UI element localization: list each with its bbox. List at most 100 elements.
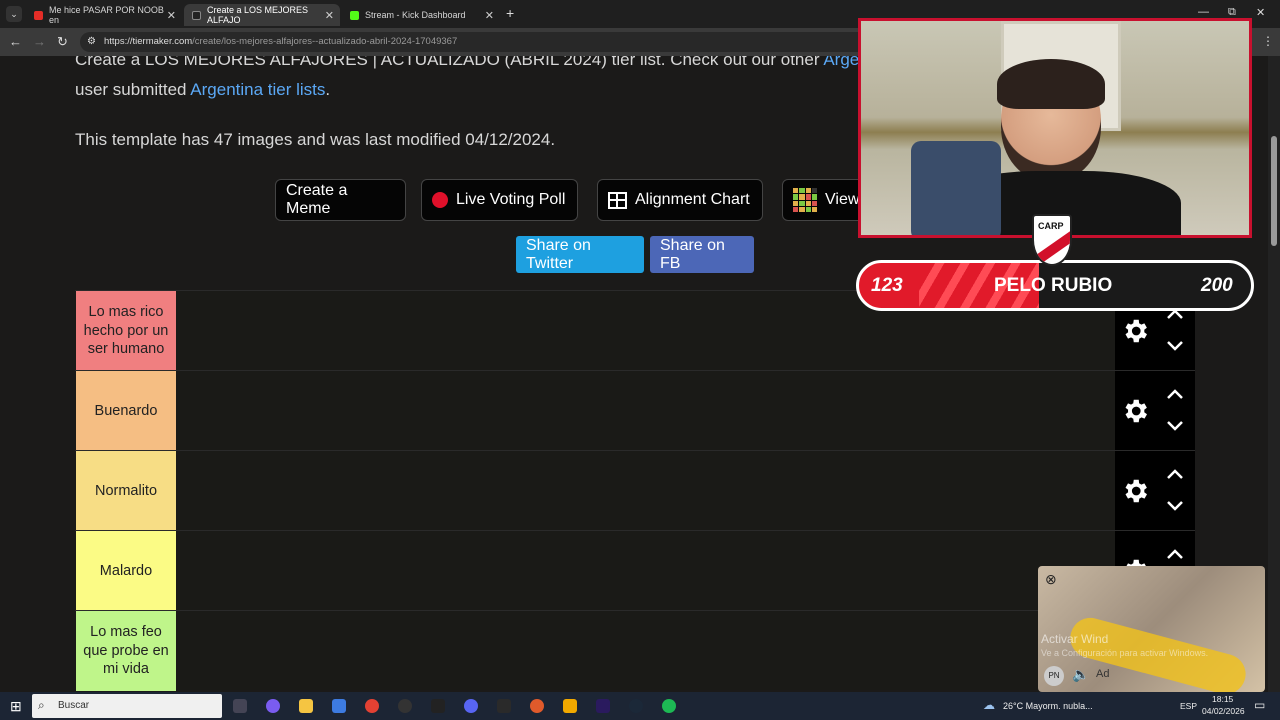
live-voting-poll-button[interactable]: Live Voting Poll bbox=[421, 179, 578, 221]
ad-badge: PN bbox=[1044, 666, 1064, 686]
record-dot-icon bbox=[432, 192, 448, 208]
tab-kick[interactable]: Stream - Kick Dashboard ✕ bbox=[342, 4, 500, 26]
intro-suffix: . bbox=[325, 80, 331, 99]
weather-icon[interactable]: ☁ bbox=[983, 698, 995, 712]
intro-prefix: user submitted bbox=[75, 80, 187, 99]
windows-start-icon[interactable]: ⊞ bbox=[10, 698, 22, 715]
menu-kebab-icon[interactable]: ⋮ bbox=[1262, 34, 1274, 48]
epic-games-icon[interactable] bbox=[497, 699, 511, 713]
windows-taskbar: ⊞ ⌕ Buscar ☁ 26°C Mayorm. nubla... ESP 1… bbox=[0, 692, 1280, 720]
notification-icon[interactable]: ▭ bbox=[1254, 698, 1265, 712]
score-left: 123 bbox=[871, 275, 903, 296]
grid-icon bbox=[608, 191, 627, 209]
tier-label[interactable]: Malardo bbox=[76, 531, 176, 611]
kick-favicon-icon bbox=[350, 10, 359, 20]
store-icon[interactable] bbox=[332, 699, 346, 713]
share-fb-button[interactable]: Share on FB bbox=[650, 236, 754, 273]
rockstar-icon[interactable] bbox=[563, 699, 577, 713]
create-meme-button[interactable]: Create a Meme bbox=[275, 179, 406, 221]
ad-popup: ⊗ Activar Wind Ve a Configuración para a… bbox=[1038, 566, 1265, 692]
river-plate-badge: CARP bbox=[1032, 214, 1072, 266]
gear-icon[interactable] bbox=[1120, 316, 1150, 346]
tier-label[interactable]: Normalito bbox=[76, 451, 176, 531]
alignment-chart-button[interactable]: Alignment Chart bbox=[597, 179, 763, 221]
site-info-icon[interactable]: ⚙ bbox=[87, 36, 96, 47]
obs-icon[interactable] bbox=[398, 699, 412, 713]
file-explorer-icon[interactable] bbox=[299, 699, 313, 713]
tier-controls bbox=[1115, 371, 1195, 451]
chevron-up-icon[interactable] bbox=[1165, 467, 1185, 481]
close-tab-icon[interactable]: ✕ bbox=[325, 9, 334, 22]
close-tab-icon[interactable]: ✕ bbox=[485, 9, 494, 22]
button-label: Alignment Chart bbox=[635, 191, 750, 208]
close-window-button[interactable]: ✕ bbox=[1256, 6, 1265, 19]
language-indicator[interactable]: ESP bbox=[1180, 701, 1197, 711]
minimize-button[interactable]: — bbox=[1198, 6, 1209, 18]
search-placeholder: Buscar bbox=[58, 700, 90, 711]
button-label: Create a Meme bbox=[286, 182, 348, 217]
tiermaker-favicon-icon bbox=[192, 10, 201, 20]
share-twitter-button[interactable]: Share on Twitter bbox=[516, 236, 644, 273]
url-text[interactable]: https://tiermaker.com/create/los-mejores… bbox=[104, 36, 457, 47]
activate-windows-title: Activar Wind bbox=[1041, 632, 1109, 646]
tier-label[interactable]: Buenardo bbox=[76, 371, 176, 451]
gear-icon[interactable] bbox=[1120, 396, 1150, 426]
chevron-up-icon[interactable] bbox=[1165, 387, 1185, 401]
new-tab-button[interactable]: + bbox=[506, 5, 514, 21]
back-icon[interactable]: ← bbox=[9, 34, 22, 49]
tab-title: Stream - Kick Dashboard bbox=[365, 10, 466, 20]
argentina-tier-lists-link[interactable]: Argentina tier lists bbox=[190, 80, 325, 99]
color-grid-icon bbox=[793, 188, 817, 212]
tab-search-chevron-icon[interactable]: ⌄ bbox=[6, 6, 22, 22]
intro-line-2: user submitted Argentina tier lists. bbox=[75, 80, 330, 100]
chevron-down-icon[interactable] bbox=[1165, 499, 1185, 513]
tab-youtube[interactable]: Me hice PASAR POR NOOB en ✕ bbox=[26, 4, 182, 26]
clock-date[interactable]: 04/02/2026 bbox=[1202, 706, 1245, 716]
chevron-down-icon[interactable] bbox=[1165, 339, 1185, 353]
argentina-link-partial[interactable]: Arge bbox=[823, 56, 859, 69]
chrome-icon[interactable] bbox=[365, 699, 379, 713]
capcut-icon[interactable] bbox=[431, 699, 445, 713]
ad-close-icon[interactable]: ⊗ bbox=[1045, 571, 1057, 588]
tier-label[interactable]: Lo mas feo que probe en mi vida bbox=[76, 611, 176, 691]
tier-controls bbox=[1115, 451, 1195, 531]
weather-text[interactable]: 26°C Mayorm. nubla... bbox=[1003, 701, 1093, 711]
reload-icon[interactable]: ↻ bbox=[57, 34, 68, 50]
close-tab-icon[interactable]: ✕ bbox=[167, 9, 176, 22]
button-label: Live Voting Poll bbox=[456, 191, 566, 208]
intro-text: Create a LOS MEJORES ALFAJORES | ACTUALI… bbox=[75, 56, 820, 69]
tab-title: Create a LOS MEJORES ALFAJO bbox=[207, 5, 309, 25]
score-right: 200 bbox=[1201, 275, 1233, 296]
ad-label: Ad bbox=[1096, 668, 1110, 680]
steam-icon[interactable] bbox=[629, 699, 643, 713]
url-path: /create/los-mejores-alfajores--actualiza… bbox=[192, 36, 458, 47]
copilot-icon[interactable] bbox=[266, 699, 280, 713]
search-icon: ⌕ bbox=[38, 698, 45, 712]
streamer-name: PELO RUBIO bbox=[994, 275, 1113, 296]
intro-line-1: Create a LOS MEJORES ALFAJORES | ACTUALI… bbox=[75, 56, 859, 70]
forward-icon[interactable]: → bbox=[33, 34, 46, 49]
stream-score-bar: 123 PELO RUBIO 200 bbox=[856, 260, 1254, 311]
speaker-icon[interactable]: 🔈 bbox=[1072, 666, 1089, 683]
task-view-icon[interactable] bbox=[233, 699, 247, 713]
taskbar-search[interactable]: ⌕ Buscar bbox=[32, 694, 222, 718]
page-scrollbar[interactable] bbox=[1268, 56, 1280, 692]
browser-app-icon[interactable] bbox=[530, 699, 544, 713]
tab-tiermaker[interactable]: Create a LOS MEJORES ALFAJO ✕ bbox=[184, 4, 340, 26]
scrollbar-thumb[interactable] bbox=[1271, 136, 1277, 246]
premiere-icon[interactable] bbox=[596, 699, 610, 713]
discord-icon[interactable] bbox=[464, 699, 478, 713]
button-label: View bbox=[825, 191, 860, 208]
clock-time[interactable]: 18:15 bbox=[1212, 694, 1233, 704]
chair bbox=[911, 141, 1001, 235]
chevron-down-icon[interactable] bbox=[1165, 419, 1185, 433]
tab-title: Me hice PASAR POR NOOB en bbox=[49, 5, 164, 25]
template-info: This template has 47 images and was last… bbox=[75, 130, 556, 149]
chevron-up-icon[interactable] bbox=[1165, 547, 1185, 561]
gear-icon[interactable] bbox=[1120, 476, 1150, 506]
tier-row: Normalito bbox=[75, 450, 1195, 531]
url-host: https://tiermaker.com bbox=[104, 36, 193, 47]
tier-row: Malardo bbox=[75, 530, 1195, 611]
spotify-icon[interactable] bbox=[662, 699, 676, 713]
tier-label[interactable]: Lo mas rico hecho por un ser humano bbox=[76, 291, 176, 371]
